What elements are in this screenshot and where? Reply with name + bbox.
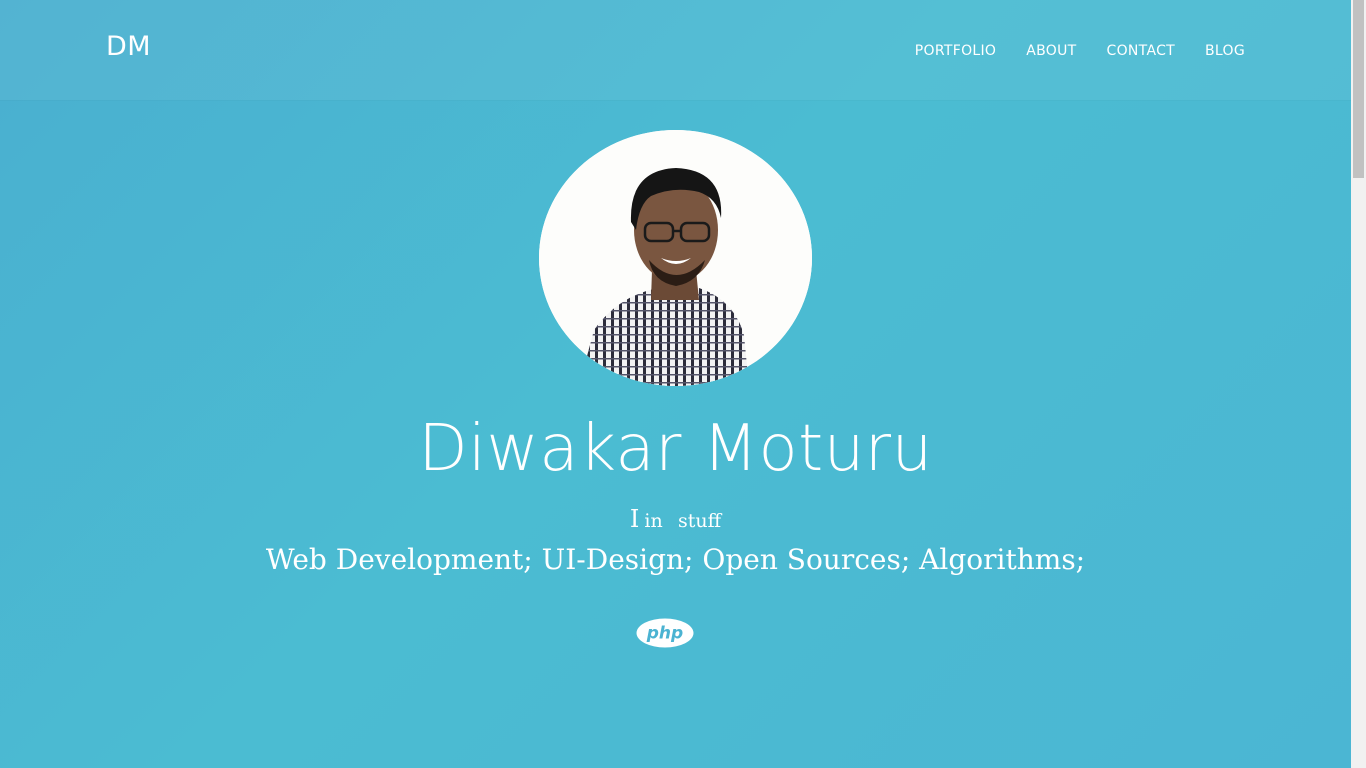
tagline-stuff: stuff: [678, 510, 722, 532]
nav-item-blog: BLOG: [1205, 40, 1245, 59]
nav-link-contact[interactable]: CONTACT: [1107, 43, 1176, 59]
page: DM PORTFOLIO ABOUT CONTACT BLOG Diwakar …: [0, 0, 1351, 768]
nav-item-portfolio: PORTFOLIO: [915, 40, 996, 59]
scrollbar-thumb[interactable]: [1353, 0, 1364, 178]
php-logo-text: php: [646, 624, 683, 644]
php-logo-graphic: php: [636, 618, 694, 648]
avatar-photo: [539, 130, 812, 386]
tagline: I in stuff: [0, 505, 1351, 533]
main-nav: PORTFOLIO ABOUT CONTACT BLOG: [915, 40, 1245, 59]
tagline-i: I: [629, 505, 640, 533]
nav-link-portfolio[interactable]: PORTFOLIO: [915, 43, 996, 59]
nav-item-about: ABOUT: [1026, 40, 1076, 59]
nav-link-blog[interactable]: BLOG: [1205, 43, 1245, 59]
profile-name: Diwakar Moturu: [418, 412, 933, 486]
tagline-in: in: [644, 510, 663, 532]
skills-list: Web Development; UI-Design; Open Sources…: [265, 543, 1086, 576]
avatar: [539, 130, 812, 386]
nav-link-about[interactable]: ABOUT: [1026, 43, 1076, 59]
nav-item-contact: CONTACT: [1107, 40, 1176, 59]
brand-logo[interactable]: DM: [106, 31, 151, 62]
navbar: DM PORTFOLIO ABOUT CONTACT BLOG: [0, 0, 1351, 100]
scrollbar[interactable]: [1351, 0, 1366, 768]
php-logo-icon: php: [636, 618, 694, 648]
